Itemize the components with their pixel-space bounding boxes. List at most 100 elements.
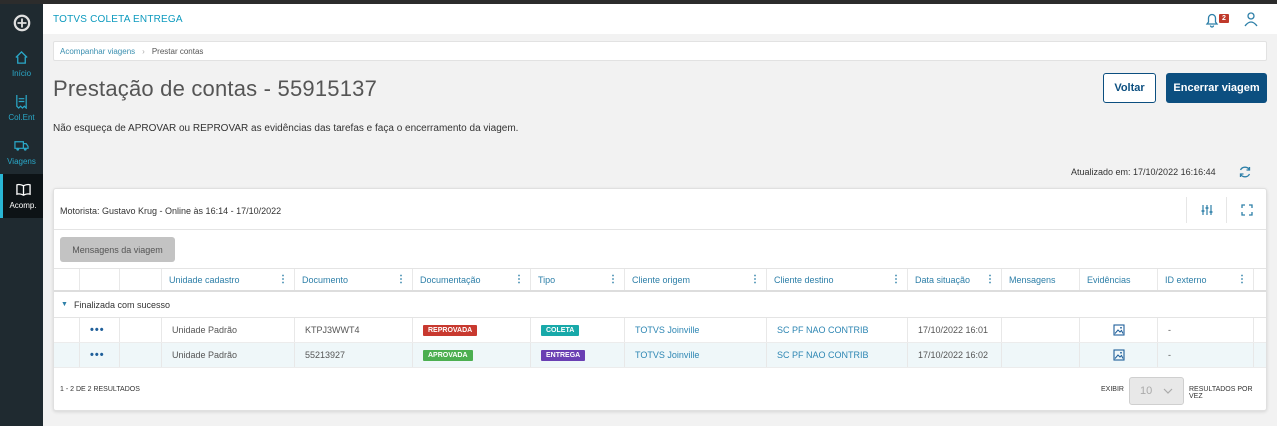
row-actions-button[interactable]: ••• <box>80 343 120 367</box>
driver-info: Motorista: Gustavo Krug - Online às 16:1… <box>60 206 282 216</box>
book-icon <box>15 183 31 196</box>
sidebar-item-col-ent[interactable]: Col.Ent <box>0 86 43 130</box>
column-header-label: Cliente destino <box>774 274 834 285</box>
cell-id-externo: - <box>1158 343 1254 367</box>
cell-evidencias <box>1080 343 1158 367</box>
sidebar-item-label: Col.Ent <box>8 113 35 122</box>
back-button[interactable]: Voltar <box>1103 73 1156 103</box>
home-icon <box>15 50 28 64</box>
cell-cliente-origem[interactable]: TOTVS Joinville <box>625 318 767 342</box>
sidebar-item-inicio[interactable]: Início <box>0 42 43 86</box>
group-row[interactable]: ▼ Finalizada com sucesso <box>54 292 1266 318</box>
column-header-id-externo[interactable]: ID externo ⋮ <box>1158 269 1254 290</box>
column-menu-icon[interactable]: ⋮ <box>514 274 524 285</box>
notification-badge: 2 <box>1219 14 1229 23</box>
row-blank-cell <box>120 318 162 342</box>
breadcrumb-item-acompanhar-viagens[interactable]: Acompanhar viagens <box>60 47 135 56</box>
sidebar-item-viagens[interactable]: Viagens <box>0 130 43 174</box>
per-page-label: RESULTADOS POR VEZ <box>1189 386 1253 400</box>
cell-cliente-destino[interactable]: SC PF NAO CONTRIB <box>767 343 908 367</box>
truck-icon <box>14 141 29 151</box>
column-header-data-situacao[interactable]: Data situação ⋮ <box>908 269 1002 290</box>
cell-documentacao: REPROVADA <box>413 318 531 342</box>
more-options-icon[interactable]: ••• <box>90 349 105 361</box>
actions-column-header <box>80 269 120 290</box>
row-blank-cell <box>120 343 162 367</box>
status-badge-reprovada: REPROVADA <box>423 324 478 336</box>
column-header-label: Evidências <box>1087 274 1131 285</box>
breadcrumb: Acompanhar viagens › Prestar contas <box>53 41 1267 61</box>
column-menu-icon[interactable]: ⋮ <box>278 274 288 285</box>
expand-column-header <box>54 269 80 290</box>
tasks-table: Unidade cadastro ⋮ Documento ⋮ Documentaçã… <box>54 268 1266 368</box>
cell-id-externo: - <box>1158 318 1254 342</box>
cell-cliente-origem[interactable]: TOTVS Joinville <box>625 343 767 367</box>
show-label: EXIBIR <box>1101 386 1124 393</box>
row-spacer <box>54 318 80 342</box>
column-header-mensagens[interactable]: Mensagens <box>1002 269 1080 290</box>
column-menu-icon[interactable]: ⋮ <box>608 274 618 285</box>
user-icon[interactable] <box>1243 11 1259 27</box>
column-header-documentacao[interactable]: Documentação ⋮ <box>413 269 531 290</box>
cell-mensagens <box>1002 318 1080 342</box>
results-count: 1 - 2 DE 2 RESULTADOS <box>60 386 140 393</box>
column-header-evidencias[interactable]: Evidências <box>1080 269 1158 290</box>
fullscreen-button[interactable] <box>1226 197 1266 223</box>
cell-data-situacao: 17/10/2022 16:02 <box>908 343 1002 367</box>
cell-documentacao: APROVADA <box>413 343 531 367</box>
app-logo[interactable] <box>0 4 43 42</box>
page-title: Prestação de contas - 55915137 <box>53 76 378 101</box>
cell-cliente-destino[interactable]: SC PF NAO CONTRIB <box>767 318 908 342</box>
refresh-icon[interactable] <box>1238 165 1252 179</box>
column-header-cliente-destino[interactable]: Cliente destino ⋮ <box>767 269 908 290</box>
column-header-label: Unidade cadastro <box>169 274 240 285</box>
finish-trip-button[interactable]: Encerrar viagem <box>1166 73 1267 103</box>
column-header-label: Data situação <box>915 274 971 285</box>
column-header-documento[interactable]: Documento ⋮ <box>295 269 413 290</box>
image-icon[interactable] <box>1112 324 1125 336</box>
more-options-icon[interactable]: ••• <box>90 324 105 336</box>
blank-column-header <box>120 269 162 290</box>
column-menu-icon[interactable]: ⋮ <box>985 274 995 285</box>
image-icon[interactable] <box>1112 349 1125 361</box>
sidebar-item-acomp[interactable]: Acomp. <box>0 174 43 218</box>
notice-text: Não esqueça de APROVAR ou REPROVAR as ev… <box>53 123 519 134</box>
cell-evidencias <box>1080 318 1158 342</box>
sidebar-item-label: Acomp. <box>9 201 37 210</box>
cell-data-situacao: 17/10/2022 16:01 <box>908 318 1002 342</box>
column-menu-icon[interactable]: ⋮ <box>396 274 406 285</box>
group-label: Finalizada com sucesso <box>73 299 170 310</box>
sliders-icon <box>1201 205 1212 215</box>
row-spacer <box>54 343 80 367</box>
chevron-right-icon: › <box>142 46 145 56</box>
column-menu-icon[interactable]: ⋮ <box>891 274 901 285</box>
trip-messages-button[interactable]: Mensagens da viagem <box>60 237 175 262</box>
receipt-icon <box>16 94 27 109</box>
column-menu-icon[interactable]: ⋮ <box>750 274 760 285</box>
column-header-tipo[interactable]: Tipo ⋮ <box>531 269 625 290</box>
updated-timestamp: Atualizado em: 17/10/2022 16:16:44 <box>1071 167 1216 177</box>
sidebar: Início Col.Ent Viagens Acomp. <box>0 4 43 426</box>
page-size-select[interactable]: 10 <box>1129 377 1184 405</box>
column-header-cliente-origem[interactable]: Cliente origem ⋮ <box>625 269 767 290</box>
caret-down-icon[interactable]: ▼ <box>61 301 68 308</box>
column-header-unidade[interactable]: Unidade cadastro ⋮ <box>162 269 295 290</box>
table-row: ••• Unidade Padrão 55213927 APROVADA ENT… <box>54 343 1266 368</box>
column-header-label: Documentação <box>420 274 481 285</box>
cell-unidade: Unidade Padrão <box>162 318 295 342</box>
breadcrumb-item-prestar-contas: Prestar contas <box>151 46 204 56</box>
row-actions-button[interactable]: ••• <box>80 318 120 342</box>
column-settings-button[interactable] <box>1186 197 1226 223</box>
column-menu-icon[interactable]: ⋮ <box>1237 274 1247 285</box>
sidebar-item-label: Viagens <box>7 157 36 166</box>
column-header-label: ID externo <box>1165 274 1207 285</box>
chevron-down-icon <box>1163 388 1173 394</box>
cell-unidade: Unidade Padrão <box>162 343 295 367</box>
column-header-label: Documento <box>302 274 349 285</box>
table-header: Unidade cadastro ⋮ Documento ⋮ Documentaçã… <box>54 268 1266 292</box>
column-header-label: Mensagens <box>1009 274 1056 285</box>
totvs-logo-icon <box>13 14 30 32</box>
app-header: TOTVS COLETA ENTREGA 2 <box>43 4 1277 34</box>
cell-mensagens <box>1002 343 1080 367</box>
app-title[interactable]: TOTVS COLETA ENTREGA <box>53 14 183 25</box>
